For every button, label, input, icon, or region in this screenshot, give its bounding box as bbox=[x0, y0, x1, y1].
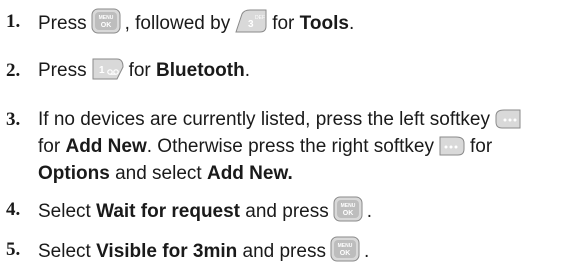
key-sub-label: DEF bbox=[255, 15, 265, 21]
right-softkey-icon bbox=[438, 135, 466, 157]
step-target: Bluetooth bbox=[156, 60, 245, 81]
menu-ok-key-icon: MENU OK bbox=[333, 196, 363, 222]
instruction-steps: 1. Press MENU OK, followed by 3 DEF for Tools… bbox=[0, 0, 585, 268]
key-main-label: 3 bbox=[248, 19, 254, 30]
menu-ok-key-icon: MENU OK bbox=[330, 236, 360, 262]
key-menu-label: MENU bbox=[338, 243, 353, 249]
step-text: Press 1 for Bluetooth. bbox=[38, 57, 250, 84]
key-ok-label: OK bbox=[343, 210, 354, 217]
step-number: 5. bbox=[6, 239, 21, 260]
step-target: Add New. bbox=[206, 163, 293, 184]
step-target: Wait for request bbox=[96, 201, 241, 222]
key-ok-label: OK bbox=[100, 22, 111, 29]
step-target: Tools bbox=[299, 13, 349, 34]
step-number: 4. bbox=[6, 199, 21, 220]
step-text: Press MENU OK, followed by 3 DEF for Tools. bbox=[38, 8, 354, 37]
left-softkey-icon bbox=[494, 108, 522, 130]
step-target: Visible for 3min bbox=[96, 241, 238, 262]
step-text: Select Visible for 3min and press MENU OK. bbox=[38, 236, 369, 265]
key-ok-label: OK bbox=[340, 250, 351, 257]
step-text-line-3: Options and select Add New. bbox=[38, 163, 293, 184]
menu-ok-key-icon: MENU OK bbox=[91, 8, 121, 34]
step-text-line-2: for Add New. Otherwise press the right s… bbox=[38, 135, 493, 157]
step-number: 3. bbox=[6, 109, 21, 130]
step-text: Select Wait for request and press MENU OK. bbox=[38, 196, 372, 225]
three-def-key-icon: 3 DEF bbox=[234, 8, 268, 34]
key-menu-label: MENU bbox=[340, 203, 355, 209]
step-target: Options bbox=[38, 163, 110, 184]
step-number: 1. bbox=[6, 11, 21, 32]
one-voicemail-key-icon: 1 bbox=[91, 57, 125, 81]
key-menu-label: MENU bbox=[98, 15, 113, 21]
key-main-label: 1 bbox=[99, 65, 105, 76]
step-number: 2. bbox=[6, 60, 21, 81]
step-target: Add New bbox=[65, 136, 147, 157]
step-text-line-1: If no devices are currently listed, pres… bbox=[38, 106, 526, 133]
